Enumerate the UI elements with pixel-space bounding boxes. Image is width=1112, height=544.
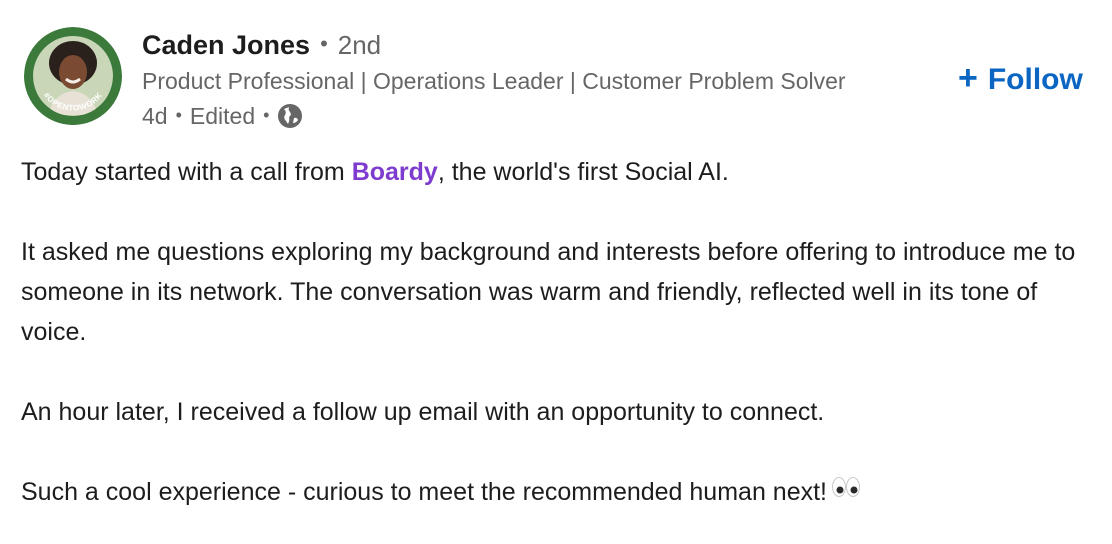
follow-button[interactable]: + Follow (958, 58, 1083, 102)
connection-degree: 2nd (337, 30, 382, 60)
edited-label: Edited (189, 102, 256, 129)
separator-dot: • (320, 31, 328, 56)
separator-dot: • (263, 104, 270, 125)
author-name[interactable]: Caden Jones (142, 30, 310, 61)
feed-post: #OPENTOWORK Caden Jones • 2nd Product Pr… (0, 0, 1112, 544)
post-text: Today started with a call from (21, 158, 352, 186)
globe-icon (277, 103, 303, 129)
post-text: Such a cool experience - curious to meet… (21, 478, 827, 506)
eyes-emoji-icon (831, 471, 861, 511)
separator-dot: • (175, 104, 182, 125)
post-body: Today started with a call from Boardy, t… (21, 152, 1101, 513)
post-paragraph: Today started with a call from Boardy, t… (21, 152, 1101, 192)
avatar-image: #OPENTOWORK (24, 27, 122, 125)
author-headline: Product Professional | Operations Leader… (142, 68, 846, 94)
plus-icon: + (958, 59, 978, 97)
post-header: Caden Jones • 2nd Product Professional |… (142, 30, 942, 132)
post-paragraph: Such a cool experience - curious to meet… (21, 472, 1101, 513)
author-row: Caden Jones • 2nd (142, 30, 942, 64)
mention-link[interactable]: Boardy (352, 158, 438, 186)
post-paragraph: An hour later, I received a follow up em… (21, 398, 825, 426)
post-meta: 4d • Edited • (142, 100, 942, 132)
avatar[interactable]: #OPENTOWORK (24, 27, 122, 125)
post-age: 4d (142, 102, 168, 129)
follow-label: Follow (987, 63, 1083, 96)
post-paragraph: It asked me questions exploring my backg… (21, 238, 1076, 346)
post-text: , the world's first Social AI. (437, 158, 729, 186)
